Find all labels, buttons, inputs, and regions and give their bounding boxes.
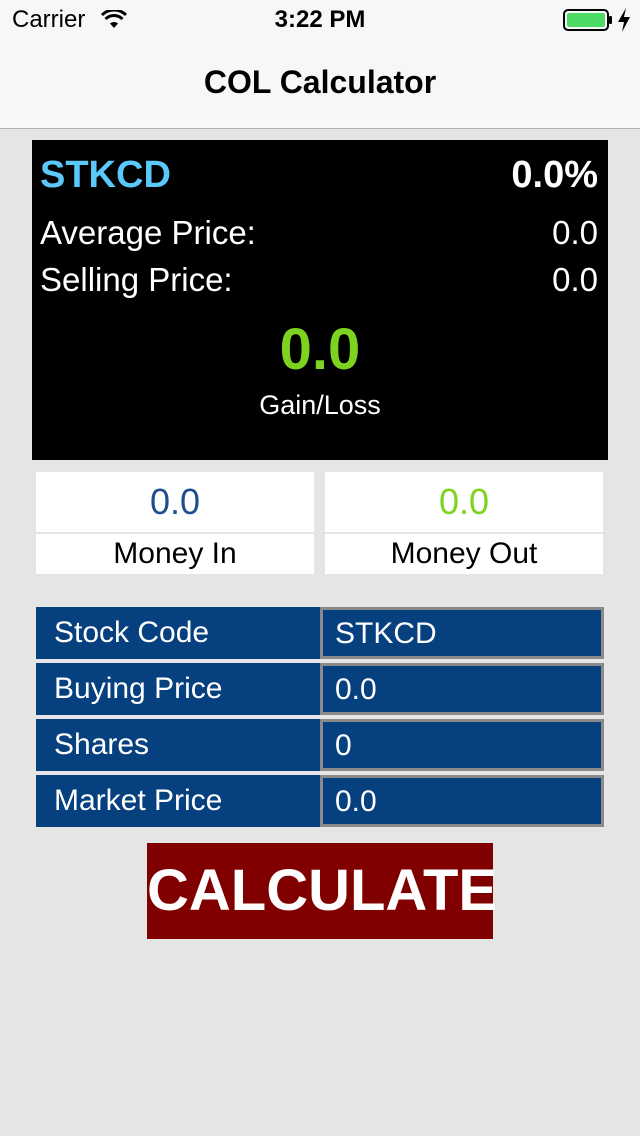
money-out-label: Money Out — [325, 534, 603, 574]
money-in-label: Money In — [36, 534, 314, 574]
gain-loss-label: Gain/Loss — [259, 390, 381, 420]
form-row-buying-price: Buying Price 0.0 — [36, 663, 604, 715]
market-price-label: Market Price — [36, 775, 320, 827]
summary-panel: STKCD 0.0% Average Price: 0.0 Selling Pr… — [32, 140, 608, 460]
battery-icon — [563, 9, 612, 31]
shares-field[interactable]: 0 — [320, 719, 604, 771]
status-bar: Carrier 3:22 PM — [0, 0, 640, 40]
charging-bolt-icon — [618, 8, 630, 32]
money-out-value: 0.0 — [325, 472, 603, 532]
status-time: 3:22 PM — [274, 6, 366, 33]
buying-price-label: Buying Price — [36, 663, 320, 715]
form-row-shares: Shares 0 — [36, 719, 604, 771]
shares-label: Shares — [36, 719, 320, 771]
page-title: COL Calculator — [203, 64, 437, 100]
summary-percent: 0.0% — [511, 154, 598, 196]
form-row-stock-code: Stock Code STKCD — [36, 607, 604, 659]
selling-price-value: 0.0 — [552, 261, 598, 298]
money-in-box: 0.0 Money In — [36, 472, 314, 574]
average-price-label: Average Price: — [40, 214, 256, 251]
buying-price-field[interactable]: 0.0 — [320, 663, 604, 715]
form-row-market-price: Market Price 0.0 — [36, 775, 604, 827]
money-out-box: 0.0 Money Out — [325, 472, 603, 574]
calculate-button[interactable]: CALCULATE — [147, 843, 497, 939]
navigation-bar: COL Calculator — [0, 40, 640, 129]
average-price-value: 0.0 — [552, 214, 598, 251]
stock-code-field[interactable]: STKCD — [320, 607, 604, 659]
stock-code-label: Stock Code — [36, 607, 320, 659]
summary-stock-code: STKCD — [40, 154, 171, 196]
market-price-field[interactable]: 0.0 — [320, 775, 604, 827]
selling-price-label: Selling Price: — [40, 261, 233, 298]
gain-loss-value: 0.0 — [279, 317, 361, 382]
money-in-value: 0.0 — [36, 472, 314, 532]
